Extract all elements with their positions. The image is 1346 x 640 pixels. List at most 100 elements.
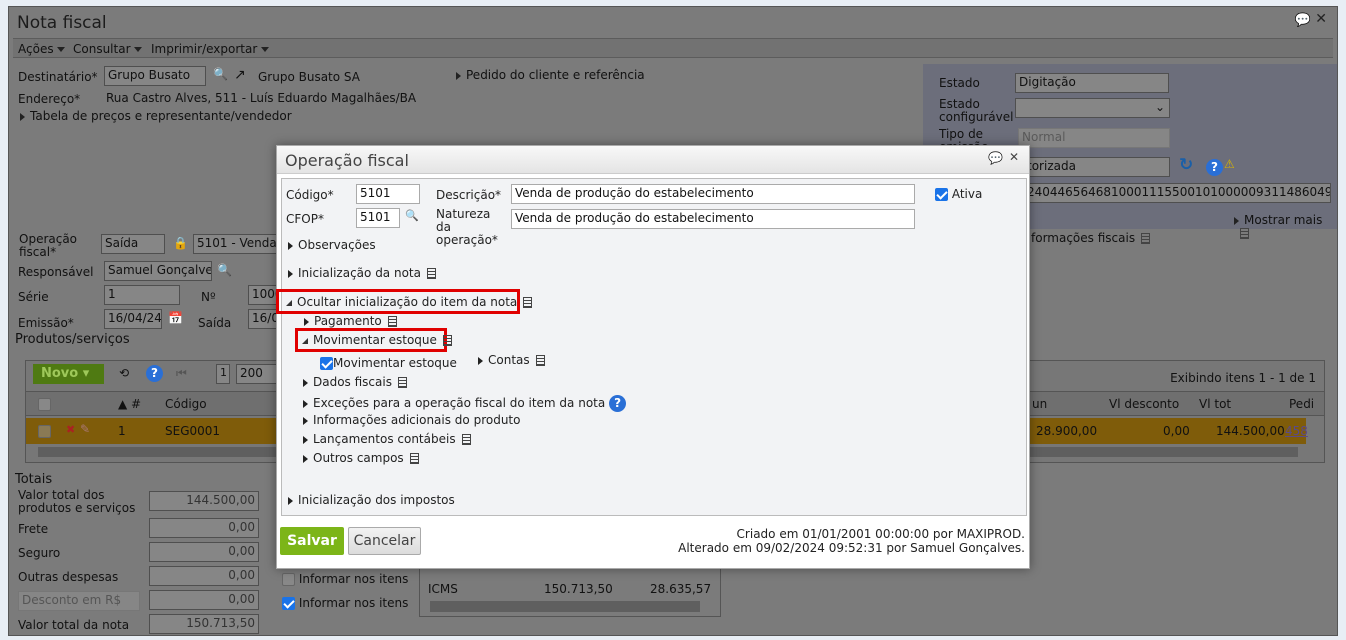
pagamento-toggle[interactable]: Pagamento <box>304 315 397 328</box>
column-num[interactable]: ▲ # <box>118 397 141 411</box>
info-fiscais-label: formações fiscais <box>1031 231 1136 245</box>
desconto-select[interactable]: Desconto em R$ <box>18 591 140 611</box>
help-icon[interactable]: ? <box>146 365 163 382</box>
column-vl-tot[interactable]: Vl tot <box>1199 397 1231 411</box>
imposto-valor: 28.635,57 <box>650 582 712 596</box>
codigo-input[interactable]: 5101 <box>356 184 420 204</box>
notes-icon <box>387 316 397 327</box>
cancel-button[interactable]: Cancelar <box>348 527 421 555</box>
expand-icon <box>20 112 25 121</box>
calendar-icon[interactable]: 📅 <box>168 311 183 325</box>
checkbox[interactable] <box>282 573 295 586</box>
descricao-input[interactable]: Venda de produção do estabelecimento <box>511 184 915 204</box>
column-vl-desconto[interactable]: Vl desconto <box>1109 397 1179 411</box>
search-icon[interactable]: 🔍 <box>405 209 419 222</box>
contas-toggle[interactable]: Contas <box>478 354 545 367</box>
section-label: Dados fiscais <box>313 375 392 389</box>
outras-despesas-input[interactable]: 0,00 <box>149 566 259 586</box>
codigo-label: Código* <box>286 188 334 202</box>
frete-input[interactable]: 0,00 <box>149 518 259 538</box>
excecoes-toggle[interactable]: Exceções para a operação fiscal do item … <box>303 395 627 412</box>
menu-imprimir[interactable]: Imprimir/exportar <box>151 42 274 56</box>
first-page-icon[interactable]: ⏮ <box>176 366 187 381</box>
edit-icon[interactable]: ✎ <box>80 422 90 436</box>
info-fiscais-link[interactable]: formações fiscais <box>1031 231 1151 245</box>
tabela-label: Tabela de preços e representante/vendedo… <box>30 109 292 123</box>
movimentar-estoque-toggle[interactable]: Movimentar estoque <box>302 334 452 347</box>
destinatario-name: Grupo Busato SA <box>258 70 360 84</box>
save-button[interactable]: Salvar <box>280 527 344 555</box>
seguro-input[interactable]: 0,00 <box>149 542 259 562</box>
mostrar-mais-link[interactable]: Mostrar mais <box>1234 214 1337 240</box>
comment-icon[interactable]: 💬 <box>988 151 1003 165</box>
row-checkbox[interactable] <box>38 425 51 438</box>
endereco-label: Endereço* <box>18 92 81 106</box>
section-label: Exceções para a operação fiscal do item … <box>313 396 606 410</box>
help-icon[interactable]: ? <box>1206 159 1223 176</box>
pedido-link[interactable]: Pedido do cliente e referência <box>456 69 645 82</box>
imposto-name: ICMS <box>428 582 458 596</box>
informar-itens-2[interactable]: Informar nos itens <box>282 597 408 610</box>
operacao-tipo-select[interactable]: Saída <box>101 234 165 254</box>
informar-itens-1[interactable]: Informar nos itens <box>282 573 408 586</box>
novo-button[interactable]: Novo ▾ <box>33 364 104 384</box>
observacoes-toggle[interactable]: Observações <box>288 239 376 252</box>
section-label: Lançamentos contábeis <box>313 432 456 446</box>
info-adicionais-toggle[interactable]: Informações adicionais do produto <box>303 414 520 427</box>
produtos-section-title: Produtos/serviços <box>15 332 130 347</box>
dados-fiscais-toggle[interactable]: Dados fiscais <box>303 376 407 389</box>
external-link-icon[interactable]: ↗ <box>234 67 246 83</box>
saida-input[interactable]: 16/0 <box>248 309 278 329</box>
destinatario-input[interactable]: Grupo Busato <box>104 66 206 86</box>
responsavel-input[interactable]: Samuel Gonçalves <box>104 261 212 281</box>
inicializacao-nota-toggle[interactable]: Inicialização da nota <box>288 267 436 280</box>
notes-icon <box>535 355 545 366</box>
delete-icon[interactable]: ✖ <box>66 423 75 436</box>
inicializacao-impostos-toggle[interactable]: Inicialização dos impostos <box>288 494 455 507</box>
page-input[interactable]: 1 <box>216 364 230 384</box>
search-icon[interactable]: 🔍 <box>217 263 232 277</box>
lancamentos-toggle[interactable]: Lançamentos contábeis <box>303 433 471 446</box>
desconto-input[interactable]: 0,00 <box>149 590 259 610</box>
close-icon[interactable]: ✕ <box>1315 11 1327 27</box>
warning-icon[interactable]: ⚠ <box>1224 157 1235 171</box>
ativa-checkbox[interactable]: Ativa <box>935 188 982 201</box>
column-pedido[interactable]: Pedi <box>1289 397 1314 411</box>
row-pedido-link[interactable]: 458 <box>1285 424 1308 438</box>
destinatario-label: Destinatário* <box>18 70 98 84</box>
natureza-input[interactable]: Venda de produção do estabelecimento <box>511 209 915 229</box>
estado-config-select[interactable]: ⌄ <box>1015 98 1170 118</box>
column-un[interactable]: un <box>1032 397 1047 411</box>
numero-input[interactable]: 1000 <box>248 285 278 305</box>
refresh-icon[interactable]: ↻ <box>1179 155 1193 175</box>
row-codigo: SEG0001 <box>165 424 221 438</box>
search-icon[interactable]: 🔍 <box>213 67 228 81</box>
cfop-input[interactable]: 5101 <box>356 208 400 228</box>
checkbox-label: Informar nos itens <box>298 572 409 586</box>
refresh-icon[interactable]: ⟲ <box>119 366 129 380</box>
responsavel-label: Responsável <box>18 265 94 279</box>
emissao-input[interactable]: 16/04/24 <box>104 309 162 329</box>
checkbox[interactable] <box>282 597 295 610</box>
horizontal-scrollbar[interactable] <box>430 601 700 612</box>
expand-icon <box>288 241 293 250</box>
comment-icon[interactable]: 💬 <box>1295 13 1311 28</box>
checkbox[interactable] <box>320 357 333 370</box>
section-label: Observações <box>298 238 376 252</box>
serie-select[interactable]: 1 <box>104 285 180 305</box>
descricao-label: Descrição* <box>436 188 502 202</box>
notes-icon <box>409 453 419 464</box>
close-icon[interactable]: ✕ <box>1009 150 1019 164</box>
seguro-label: Seguro <box>18 546 61 560</box>
tabela-link[interactable]: Tabela de preços e representante/vendedo… <box>20 110 292 123</box>
menu-consultar[interactable]: Consultar <box>73 42 147 56</box>
ocultar-item-toggle[interactable]: Ocultar inicialização do item da nota <box>286 296 533 309</box>
outros-campos-toggle[interactable]: Outros campos <box>303 452 419 465</box>
select-all-checkbox[interactable] <box>38 398 51 411</box>
menu-acoes[interactable]: Ações <box>18 42 70 56</box>
help-icon[interactable]: ? <box>609 395 627 412</box>
operacao-input[interactable]: 5101 - Venda d <box>193 234 283 254</box>
checkbox[interactable] <box>935 188 948 201</box>
column-codigo[interactable]: Código <box>165 397 207 411</box>
movimentar-estoque-checkbox[interactable]: Movimentar estoque <box>320 357 457 370</box>
